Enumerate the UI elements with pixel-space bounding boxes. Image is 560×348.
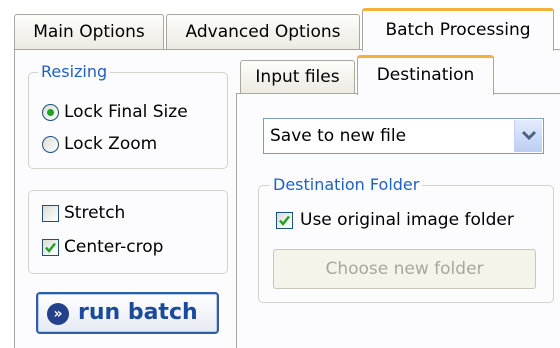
stretch-checkbox[interactable]: [42, 205, 59, 222]
radio-selected-dot: [47, 109, 54, 116]
destination-folder-title: Destination Folder: [270, 176, 423, 194]
tab-destination[interactable]: Destination: [357, 55, 494, 95]
crop-options-group: [28, 190, 228, 274]
center-crop-label[interactable]: Center-crop: [64, 237, 163, 257]
lock-zoom-label[interactable]: Lock Zoom: [64, 134, 157, 154]
lock-final-size-label[interactable]: Lock Final Size: [64, 102, 188, 122]
tab-input-files[interactable]: Input files: [240, 60, 355, 94]
use-original-folder-label[interactable]: Use original image folder: [300, 210, 514, 230]
tab-batch-processing[interactable]: Batch Processing: [362, 8, 554, 51]
check-mark-icon: [279, 215, 290, 226]
check-mark-icon: [45, 242, 56, 253]
tab-main-options[interactable]: Main Options: [14, 14, 164, 50]
center-crop-checkbox[interactable]: [42, 239, 59, 256]
double-chevron-right-icon: »: [47, 303, 69, 325]
tab-advanced-options[interactable]: Advanced Options: [166, 14, 360, 50]
lock-final-size-radio[interactable]: [42, 104, 59, 121]
resizing-group-title: Resizing: [38, 63, 111, 81]
dropdown-button[interactable]: [514, 120, 542, 152]
chevron-down-icon: [521, 130, 537, 141]
run-batch-label: run batch: [78, 300, 198, 325]
save-mode-value: Save to new file: [270, 126, 407, 146]
stretch-label[interactable]: Stretch: [64, 203, 125, 223]
run-batch-button[interactable]: » run batch: [36, 292, 219, 334]
use-original-folder-checkbox[interactable]: [276, 212, 293, 229]
lock-zoom-radio[interactable]: [42, 136, 59, 153]
save-mode-dropdown[interactable]: Save to new file: [263, 118, 544, 154]
choose-new-folder-button[interactable]: Choose new folder: [273, 249, 536, 289]
